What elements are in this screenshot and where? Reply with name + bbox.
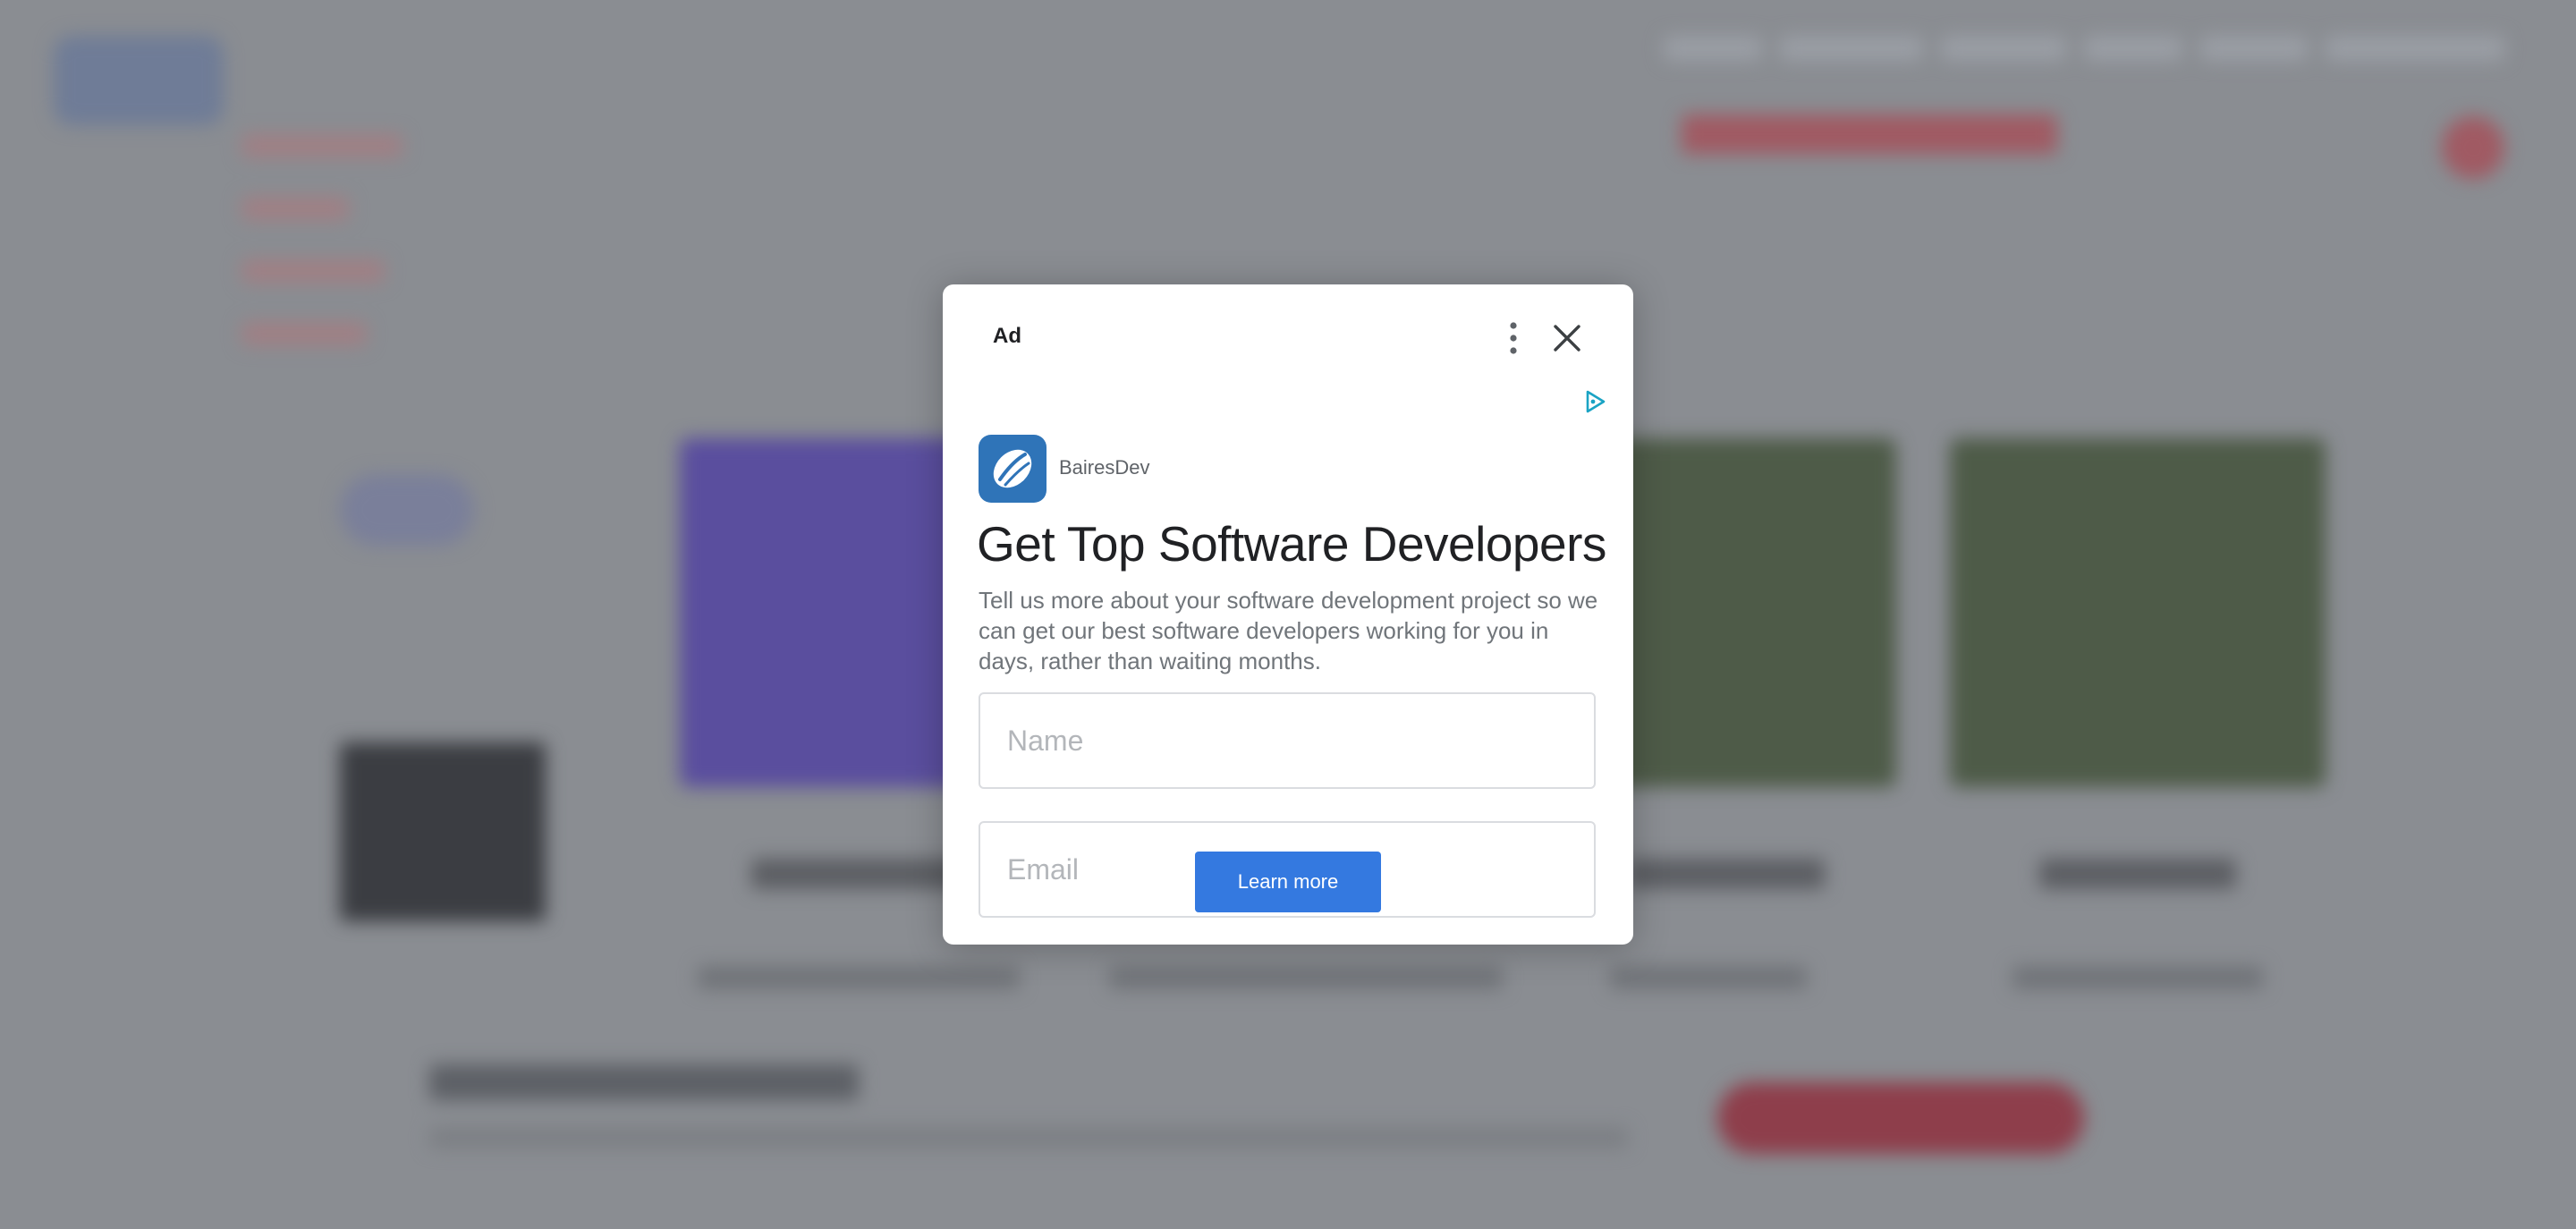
card-caption <box>1628 859 1825 889</box>
brand-logo[interactable] <box>979 435 1046 503</box>
side-item <box>242 322 367 345</box>
card-image <box>1950 438 2326 787</box>
side-item <box>242 134 402 157</box>
card-caption <box>751 859 966 889</box>
ad-modal: Ad BairesDev Get Top Software Developers… <box>943 284 1633 945</box>
nav-item <box>1780 36 1923 61</box>
bairesdev-logo-icon <box>993 449 1032 488</box>
nav-item <box>1941 36 2066 61</box>
side-item <box>242 197 349 220</box>
ad-headline[interactable]: Get Top Software Developers <box>977 515 1606 572</box>
avatar <box>2442 116 2504 179</box>
nav-item <box>1664 36 1762 61</box>
learn-more-label: Learn more <box>1237 870 1339 893</box>
card-subtitle <box>2012 966 2263 989</box>
badge-image <box>340 474 474 546</box>
promo-heading <box>429 1064 859 1100</box>
nav-item <box>2084 36 2182 61</box>
ad-label: Ad <box>993 324 1021 348</box>
adchoices-button[interactable] <box>1581 388 1608 415</box>
site-logo <box>54 36 224 125</box>
nav-item <box>2200 36 2308 61</box>
card-caption <box>2039 859 2236 889</box>
card-subtitle <box>1610 966 1807 989</box>
brand-name[interactable]: BairesDev <box>1059 456 1149 479</box>
book-image <box>340 742 546 921</box>
adchoices-icon <box>1586 390 1606 413</box>
nav-highlight <box>1682 114 2057 154</box>
card-subtitle <box>698 966 1020 989</box>
promo-text <box>429 1127 1628 1148</box>
card-subtitle <box>1109 966 1503 989</box>
more-options-button[interactable] <box>1492 317 1535 360</box>
nav-item <box>2326 36 2504 61</box>
ad-description: Tell us more about your software develop… <box>979 587 1598 674</box>
side-item <box>242 259 385 283</box>
learn-more-button[interactable]: Learn more <box>1195 852 1381 912</box>
close-button[interactable] <box>1542 313 1592 363</box>
close-icon <box>1554 325 1580 352</box>
name-field[interactable] <box>979 692 1596 789</box>
promo-button <box>1717 1082 2084 1154</box>
more-vertical-icon <box>1510 322 1517 354</box>
